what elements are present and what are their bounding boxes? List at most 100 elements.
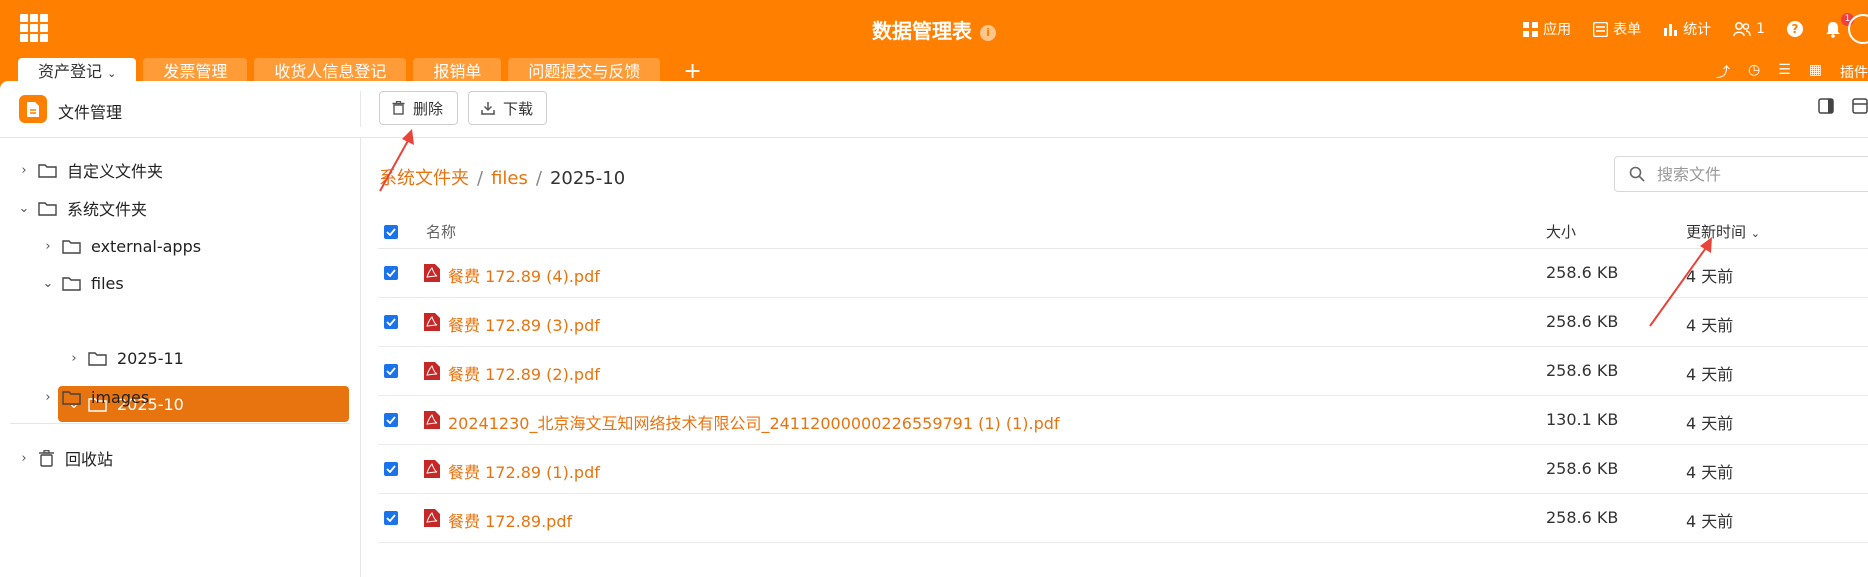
apps-label: 应用 xyxy=(1543,22,1572,38)
file-size: 258.6 KB xyxy=(1546,312,1619,331)
sidebar-item-system-folder[interactable]: ⌄ 系统文件夹 xyxy=(16,190,147,226)
search-box[interactable] xyxy=(1614,156,1868,192)
file-name-link[interactable]: 餐费 172.89 (3).pdf xyxy=(448,312,600,336)
members-button[interactable]: 1 xyxy=(1733,21,1765,37)
file-updated: 4 天前 xyxy=(1686,365,1734,384)
trash-icon xyxy=(392,101,405,115)
file-size: 258.6 KB xyxy=(1546,508,1619,527)
history-icon[interactable]: ◷ xyxy=(1748,62,1760,82)
sidebar-item-external-apps[interactable]: › external-apps xyxy=(40,228,201,264)
file-name-link[interactable]: 餐费 172.89 (2).pdf xyxy=(448,361,600,385)
file-name-link[interactable]: 餐费 172.89 (4).pdf xyxy=(448,263,600,287)
file-updated: 4 天前 xyxy=(1686,267,1734,286)
layout-icon[interactable] xyxy=(1852,98,1868,118)
search-input[interactable] xyxy=(1655,163,1868,185)
top-actions: 应用 表单 统计 1 ? 1 xyxy=(1523,12,1868,42)
row-checkbox[interactable] xyxy=(384,266,398,280)
tab-label: 收货人信息登记 xyxy=(274,62,387,81)
help-button[interactable]: ? xyxy=(1787,21,1803,37)
sidebar-item-label: 2025-11 xyxy=(117,348,184,368)
download-button[interactable]: 下载 xyxy=(468,91,547,125)
file-name-link[interactable]: 餐费 172.89 (1).pdf xyxy=(448,459,600,483)
table-row[interactable]: 餐费 172.89 (3).pdf 258.6 KB 4 天前 xyxy=(378,298,1868,347)
table-row[interactable]: 餐费 172.89.pdf 258.6 KB 4 天前 xyxy=(378,494,1868,543)
row-checkbox[interactable] xyxy=(384,413,398,427)
row-checkbox[interactable] xyxy=(384,511,398,525)
file-updated: 4 天前 xyxy=(1686,463,1734,482)
chevron-right-icon[interactable]: › xyxy=(66,351,82,366)
plugin-label[interactable]: 插件 xyxy=(1840,62,1868,82)
file-size: 258.6 KB xyxy=(1546,361,1619,380)
help-icon: ? xyxy=(1787,21,1803,37)
stats-icon xyxy=(1664,23,1678,36)
tab-label: 发票管理 xyxy=(163,62,228,81)
file-updated: 4 天前 xyxy=(1686,414,1734,433)
pdf-icon xyxy=(424,509,440,527)
file-list-area: 系统文件夹 / files / 2025-10 名称 大小 更新时间 ⌄ 餐费 172.… xyxy=(361,138,1868,577)
row-checkbox[interactable] xyxy=(384,364,398,378)
panel-header: 文件管理 删除 下载 xyxy=(0,81,1868,138)
apps-button[interactable]: 应用 xyxy=(1523,19,1571,39)
delete-button[interactable]: 删除 xyxy=(379,91,458,125)
sidebar-item-label: files xyxy=(91,273,124,293)
members-icon xyxy=(1733,21,1751,36)
table-row[interactable]: 餐费 172.89 (1).pdf 258.6 KB 4 天前 xyxy=(378,445,1868,494)
file-manager-icon xyxy=(19,95,47,123)
notifications-button[interactable]: 1 xyxy=(1825,12,1854,38)
info-icon[interactable]: i xyxy=(980,24,996,41)
breadcrumb-system-folder[interactable]: 系统文件夹 xyxy=(379,168,469,189)
settings-icon[interactable]: ☰ xyxy=(1778,62,1791,82)
breadcrumb-files[interactable]: files xyxy=(491,168,528,189)
file-size: 130.1 KB xyxy=(1546,410,1619,429)
sort-chevron-icon: ⌄ xyxy=(1750,227,1761,240)
chevron-right-icon[interactable]: › xyxy=(16,451,32,466)
divider xyxy=(360,91,361,127)
chevron-down-icon[interactable]: ⌄ xyxy=(40,276,56,291)
search-icon xyxy=(1629,166,1645,182)
sidebar-item-label: 系统文件夹 xyxy=(67,200,148,219)
file-updated: 4 天前 xyxy=(1686,316,1734,335)
sidebar-item-files[interactable]: ⌄ files xyxy=(40,265,124,301)
column-updated[interactable]: 更新时间 ⌄ xyxy=(1686,221,1760,242)
bell-icon xyxy=(1826,21,1840,38)
pdf-icon xyxy=(424,264,440,282)
download-label: 下载 xyxy=(503,99,534,118)
breadcrumb: 系统文件夹 / files / 2025-10 xyxy=(379,164,625,190)
file-manager-title: 文件管理 xyxy=(58,103,123,122)
share-icon[interactable]: ⤴ xyxy=(1716,62,1730,82)
chevron-down-icon[interactable]: ⌄ xyxy=(16,201,32,216)
recycle-bin-icon xyxy=(39,449,54,467)
app-launcher-icon[interactable] xyxy=(20,14,48,42)
sidebar-item-trash[interactable]: › 回收站 xyxy=(16,440,113,476)
sidebar-item-custom-folder[interactable]: › 自定义文件夹 xyxy=(16,152,163,188)
members-count: 1 xyxy=(1756,21,1765,37)
column-name[interactable]: 名称 xyxy=(426,221,456,242)
table-row[interactable]: 餐费 172.89 (2).pdf 258.6 KB 4 天前 xyxy=(378,347,1868,396)
folder-icon xyxy=(88,351,107,366)
tab-label: 资产登记 xyxy=(38,62,103,81)
chevron-right-icon[interactable]: › xyxy=(40,239,56,254)
form-button[interactable]: 表单 xyxy=(1593,19,1641,39)
tab-label: 报销单 xyxy=(433,62,482,81)
column-size[interactable]: 大小 xyxy=(1546,221,1576,242)
stats-button[interactable]: 统计 xyxy=(1663,19,1711,39)
sidebar-item-2025-11[interactable]: › 2025-11 xyxy=(66,340,184,376)
folder-icon xyxy=(62,276,81,291)
folder-icon xyxy=(62,239,81,254)
plugin-icon[interactable]: ▦ xyxy=(1809,62,1822,82)
file-name-link[interactable]: 20241230_北京海文互知网络技术有限公司_2411200000022655… xyxy=(448,410,1060,434)
select-all-checkbox[interactable] xyxy=(384,225,398,239)
table-row[interactable]: 餐费 172.89 (4).pdf 258.6 KB 4 天前 xyxy=(378,249,1868,298)
table-row[interactable]: 20241230_北京海文互知网络技术有限公司_2411200000022655… xyxy=(378,396,1868,445)
file-name-link[interactable]: 餐费 172.89.pdf xyxy=(448,508,572,532)
chevron-right-icon[interactable]: › xyxy=(16,163,32,178)
tab-label: 问题提交与反馈 xyxy=(528,62,641,81)
sidebar-item-images[interactable]: › images xyxy=(40,379,149,415)
sidebar-item-label: 自定义文件夹 xyxy=(67,162,164,181)
folder-sidebar: › 自定义文件夹 ⌄ 系统文件夹 › external-apps ⌄ files… xyxy=(0,138,361,577)
toggle-sidebar-icon[interactable] xyxy=(1818,98,1834,118)
stats-label: 统计 xyxy=(1683,22,1712,38)
chevron-right-icon[interactable]: › xyxy=(40,390,56,405)
row-checkbox[interactable] xyxy=(384,315,398,329)
row-checkbox[interactable] xyxy=(384,462,398,476)
